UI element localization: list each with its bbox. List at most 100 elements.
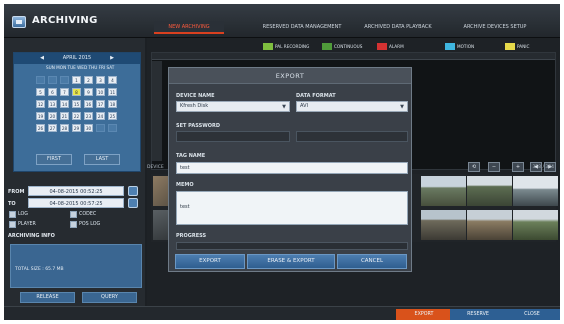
calendar-day[interactable]: 12 bbox=[36, 100, 45, 108]
calendar-day[interactable]: 16 bbox=[84, 100, 93, 108]
legend-alarm: ALARM bbox=[389, 44, 404, 49]
legend-panic: PANIC bbox=[517, 44, 530, 49]
video-thumbnail[interactable] bbox=[513, 176, 558, 206]
password-field[interactable] bbox=[176, 131, 290, 142]
export-button[interactable]: EXPORT bbox=[175, 254, 245, 269]
to-calendar-icon[interactable] bbox=[128, 198, 138, 208]
device-name-value: Kfresh Disk bbox=[180, 103, 209, 109]
tag-name-input[interactable]: test bbox=[176, 162, 408, 174]
calendar-day[interactable]: 18 bbox=[108, 100, 117, 108]
set-password-label: SET PASSWORD bbox=[176, 123, 220, 129]
last-button[interactable]: LAST bbox=[84, 154, 120, 165]
calendar-day[interactable]: 15 bbox=[72, 100, 81, 108]
thumbnail-count: 358 / 384 bbox=[532, 165, 554, 170]
zoom-reset-icon[interactable]: ⟲ bbox=[468, 162, 480, 172]
archiving-info-box: TOTAL SIZE : 65.7 MB bbox=[10, 244, 142, 288]
tab-reserved-data-management[interactable]: RESERVED DATA MANAGEMENT bbox=[254, 21, 350, 34]
device-name-label: DEVICE NAME bbox=[176, 93, 215, 99]
calendar-day[interactable]: 6 bbox=[48, 88, 57, 96]
calendar-day[interactable]: 23 bbox=[84, 112, 93, 120]
calendar-day[interactable]: 22 bbox=[72, 112, 81, 120]
calendar-day[interactable]: 30 bbox=[84, 124, 93, 132]
calendar-day[interactable]: 19 bbox=[36, 112, 45, 120]
calendar-day[interactable]: 13 bbox=[48, 100, 57, 108]
calendar-day[interactable]: 20 bbox=[48, 112, 57, 120]
calendar-day[interactable]: 8 bbox=[72, 88, 81, 96]
tab-archive-devices-setup[interactable]: ARCHIVE DEVICES SETUP bbox=[452, 21, 538, 34]
close-button[interactable]: CLOSE bbox=[504, 309, 560, 320]
legend-continuous: CONTINUOUS bbox=[334, 44, 363, 49]
codec-checkbox[interactable] bbox=[70, 211, 77, 218]
calendar-day[interactable]: 29 bbox=[72, 124, 81, 132]
calendar-day[interactable]: 21 bbox=[60, 112, 69, 120]
calendar-prev-icon[interactable]: ◀ bbox=[36, 53, 48, 64]
tab-archived-data-playback[interactable]: ARCHIVED DATA PLAYBACK bbox=[356, 21, 440, 34]
calendar-empty-cell bbox=[108, 124, 117, 132]
reserve-button[interactable]: RESERVE bbox=[450, 309, 506, 320]
to-label: TO bbox=[8, 201, 16, 207]
to-datetime-field[interactable]: 04-08-2015 00:57:25 bbox=[28, 198, 124, 208]
calendar: ◀ APRIL 2015 ▶ SUN MON TUE WED THU FRI S… bbox=[13, 52, 141, 172]
video-thumbnail[interactable] bbox=[467, 210, 512, 240]
calendar-day[interactable]: 2 bbox=[84, 76, 93, 84]
player-label: PLAYER bbox=[18, 222, 36, 227]
release-button[interactable]: RELEASE bbox=[20, 292, 75, 303]
calendar-day[interactable]: 24 bbox=[96, 112, 105, 120]
video-thumbnail[interactable] bbox=[421, 210, 466, 240]
calendar-day[interactable]: 5 bbox=[36, 88, 45, 96]
calendar-day[interactable]: 1 bbox=[72, 76, 81, 84]
calendar-day[interactable]: 28 bbox=[60, 124, 69, 132]
calendar-next-icon[interactable]: ▶ bbox=[106, 53, 118, 64]
confirm-password-field[interactable] bbox=[296, 131, 408, 142]
calendar-day[interactable]: 7 bbox=[60, 88, 69, 96]
cancel-button[interactable]: CANCEL bbox=[337, 254, 407, 269]
codec-label: CODEC bbox=[79, 212, 97, 217]
legend-swatch-alarm bbox=[377, 43, 387, 50]
data-format-label: DATA FORMAT bbox=[296, 93, 336, 99]
calendar-day[interactable]: 3 bbox=[96, 76, 105, 84]
chevron-down-icon: ▼ bbox=[400, 104, 404, 110]
video-thumbnail[interactable] bbox=[513, 210, 558, 240]
timeline-ruler bbox=[152, 53, 555, 60]
legend-pal-recording: PAL RECORDING bbox=[275, 44, 310, 49]
archive-icon bbox=[12, 16, 26, 28]
from-label: FROM bbox=[8, 189, 25, 195]
calendar-day[interactable]: 17 bbox=[96, 100, 105, 108]
tab-new-archiving[interactable]: NEW ARCHIVING bbox=[154, 21, 224, 34]
zoom-out-icon[interactable]: − bbox=[488, 162, 500, 172]
first-button[interactable]: FIRST bbox=[36, 154, 72, 165]
calendar-day[interactable]: 27 bbox=[48, 124, 57, 132]
export-dialog: EXPORT DEVICE NAME Kfresh Disk ▼ DATA FO… bbox=[168, 67, 412, 272]
export-bottom-button[interactable]: EXPORT bbox=[396, 309, 452, 320]
video-thumbnail[interactable] bbox=[467, 176, 512, 206]
calendar-day[interactable]: 14 bbox=[60, 100, 69, 108]
calendar-month: ◀ APRIL 2015 ▶ bbox=[14, 53, 140, 64]
pos-log-checkbox[interactable] bbox=[70, 221, 77, 228]
memo-textarea[interactable]: test bbox=[176, 191, 408, 225]
calendar-month-label: APRIL 2015 bbox=[62, 55, 92, 61]
data-format-select[interactable]: AVI ▼ bbox=[296, 101, 408, 112]
zoom-in-icon[interactable]: + bbox=[512, 162, 524, 172]
query-button[interactable]: QUERY bbox=[82, 292, 137, 303]
erase-and-export-button[interactable]: ERASE & EXPORT bbox=[247, 254, 335, 269]
calendar-empty-cell bbox=[96, 124, 105, 132]
title-bar: ARCHIVING NEW ARCHIVING RESERVED DATA MA… bbox=[4, 4, 560, 38]
player-checkbox[interactable] bbox=[9, 221, 16, 228]
timeline-channel-column bbox=[152, 61, 162, 161]
video-thumbnail[interactable] bbox=[421, 176, 466, 206]
calendar-day[interactable]: 26 bbox=[36, 124, 45, 132]
total-size: TOTAL SIZE : 65.7 MB bbox=[15, 267, 64, 272]
from-calendar-icon[interactable] bbox=[128, 186, 138, 196]
app-title: ARCHIVING bbox=[32, 15, 98, 26]
progress-label: PROGRESS bbox=[176, 233, 207, 239]
calendar-day[interactable]: 9 bbox=[84, 88, 93, 96]
from-datetime-field[interactable]: 04-08-2015 00:52:25 bbox=[28, 186, 124, 196]
calendar-day[interactable]: 4 bbox=[108, 76, 117, 84]
log-checkbox[interactable] bbox=[9, 211, 16, 218]
calendar-day[interactable]: 11 bbox=[108, 88, 117, 96]
device-name-select[interactable]: Kfresh Disk ▼ bbox=[176, 101, 290, 112]
legend-swatch-continuous bbox=[322, 43, 332, 50]
calendar-day[interactable]: 10 bbox=[96, 88, 105, 96]
calendar-day[interactable]: 25 bbox=[108, 112, 117, 120]
pos-log-label: POS LOG bbox=[79, 222, 101, 227]
